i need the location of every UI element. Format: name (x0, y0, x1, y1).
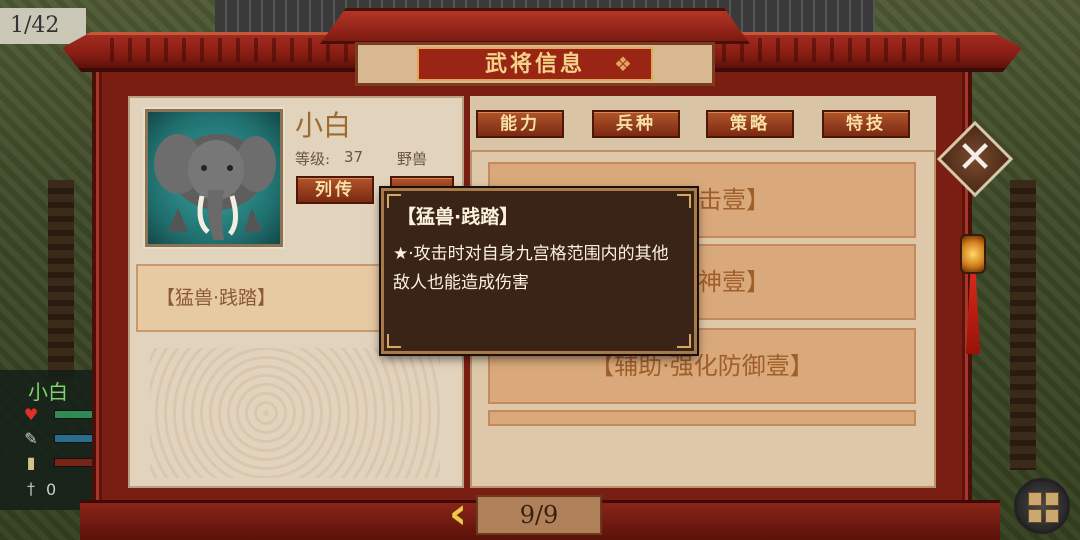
skill-entry[interactable]: 【猛兽·践踏】 (136, 264, 386, 332)
skill-row-label: 击壹】 (698, 186, 770, 214)
unit-info-panel[interactable]: 小白 ♥ ✎ ▮ † 0 (0, 370, 105, 510)
tooltip-description: ★·攻击时对自身九宫格范围内的其他敌人也能造成伤害 (393, 244, 669, 293)
turn-counter: 1/42 (0, 8, 86, 44)
sword-icon: † (27, 479, 35, 498)
roof-crest (320, 8, 750, 44)
tab-troop-type[interactable]: 兵种 (592, 110, 680, 138)
tooltip-corner (677, 334, 691, 348)
general-name: 小白 (295, 109, 352, 142)
level-label: 等级: (295, 150, 331, 168)
tab-ability[interactable]: 能力 (476, 110, 564, 138)
skill-row-label: 神壹】 (698, 268, 770, 296)
heart-icon: ♥ (23, 405, 39, 424)
menu-button[interactable] (1014, 478, 1070, 534)
grid-icon (1028, 509, 1042, 523)
race-label: 野兽 (397, 150, 428, 168)
grid-icon (1045, 492, 1059, 506)
ornament-right-icon: ❖ (614, 52, 632, 76)
close-icon[interactable]: ✕ (951, 134, 999, 182)
level-value: 37 (344, 148, 364, 166)
tooltip-corner (387, 334, 401, 348)
map-fence-right (1010, 180, 1036, 470)
skill-row-label: 【辅助·强化防御壹】 (590, 352, 814, 380)
prev-page-button[interactable]: ‹ (440, 492, 476, 538)
grid-icon (1045, 509, 1059, 523)
tooltip-title: 【猛兽·践踏】 (397, 206, 519, 228)
map-fence-left (48, 180, 74, 380)
lantern-icon (960, 234, 986, 274)
biography-button[interactable]: 列传 (296, 176, 374, 204)
general-portrait (145, 109, 283, 247)
tab-special-skill[interactable]: 特技 (822, 110, 910, 138)
tooltip-corner (677, 194, 691, 208)
kill-count: 0 (46, 480, 57, 499)
scroll-icon: ▮ (26, 453, 36, 472)
elephant-icon (154, 134, 276, 240)
grid-icon (1028, 492, 1042, 506)
tab-strategy[interactable]: 策略 (706, 110, 794, 138)
feather-icon: ✎ (24, 429, 38, 448)
unit-name: 小白 (28, 380, 68, 404)
skill-row-4[interactable] (488, 410, 916, 426)
page-indicator: 9/9 (476, 495, 602, 535)
